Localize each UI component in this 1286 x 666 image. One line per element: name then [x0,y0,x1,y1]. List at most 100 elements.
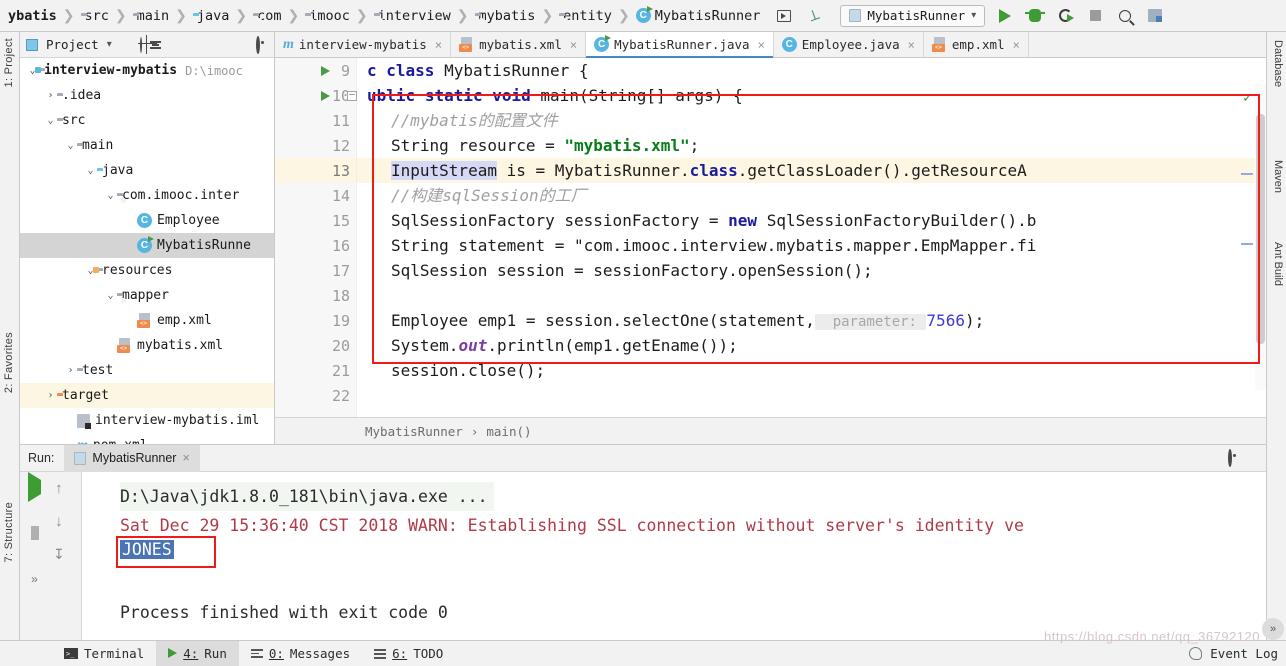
editor-tab-interview-mybatis[interactable]: m interview-mybatis × [275,32,452,57]
tree-item-idea[interactable]: › .idea [20,83,274,108]
editor-vertical-scrollbar[interactable] [1255,84,1266,390]
code-lines[interactable]: c class MybatisRunner { ublic static voi… [357,58,1266,417]
run-tab-mybatisrunner[interactable]: MybatisRunner × [64,444,200,472]
breadcrumb-item-ybatis[interactable]: ybatis [2,1,59,31]
twisty-icon[interactable]: › [44,90,57,101]
console-selected-output[interactable]: JONES [120,540,174,559]
twisty-icon[interactable]: › [44,390,57,401]
tree-item-mapper[interactable]: ⌄ mapper [20,283,274,308]
breadcrumb-item-mybatisrunner[interactable]: C MybatisRunner [634,1,763,31]
up-arrow-icon[interactable]: ↑ [55,480,63,497]
editor-tab-emp-xml[interactable]: <> emp.xml × [923,32,1029,57]
tree-item-target[interactable]: › target [20,383,274,408]
rerun-button[interactable] [28,472,41,502]
status-item-messages[interactable]: 0: Messages [239,641,362,666]
down-arrow-icon[interactable]: ↓ [55,513,63,530]
code-line-11[interactable]: //mybatis的配置文件 [357,108,1266,133]
twisty-icon[interactable]: ⌄ [64,140,77,151]
breadcrumb-item-mybatis[interactable]: mybatis [473,1,538,31]
project-tree[interactable]: ⌄ interview-mybatis D:\imooc › .idea ⌄ s… [20,58,274,444]
layout-icon[interactable] [1145,6,1165,26]
twisty-icon[interactable]: ⌄ [44,115,57,126]
breadcrumb-method[interactable]: main() [486,424,531,439]
close-icon[interactable]: × [908,38,915,52]
tree-item-test[interactable]: › test [20,358,274,383]
tree-item-src[interactable]: ⌄ src [20,108,274,133]
close-icon[interactable]: × [1013,38,1020,52]
tree-item-mybatisrunner[interactable]: . C MybatisRunne [20,233,274,258]
code-line-9[interactable]: c class MybatisRunner { [357,58,1266,83]
status-item-terminal[interactable]: >_ Terminal [52,641,156,666]
rerun-button[interactable] [1055,6,1075,26]
locate-icon[interactable] [139,36,142,53]
tree-item-main[interactable]: ⌄ main [20,133,274,158]
code-line-22[interactable] [357,383,1266,408]
run-gutter-icon[interactable] [321,90,330,101]
status-item-event-log[interactable]: Event Log [1210,641,1278,666]
status-item-todo[interactable]: 6: TODO [362,641,455,666]
editor-gutter[interactable]: 9 –10 11 12 13 14 15 16 17 18 19 20 21 2… [275,58,357,417]
tree-item-package[interactable]: ⌄ com.imooc.inter [20,183,274,208]
tree-item-pom-xml[interactable]: . m pom.xml [20,433,274,445]
breadcrumb-item-main[interactable]: main [131,1,172,31]
rail-item-ant-build[interactable]: Ant Build [1272,242,1284,286]
run-gutter-icon[interactable] [321,65,330,76]
breadcrumb-item-java[interactable]: java [191,1,232,31]
run-configuration-selector[interactable]: MybatisRunner ▾ [840,4,986,27]
rail-item-favorites[interactable]: 2: Favorites [3,332,15,393]
code-line-18[interactable] [357,283,1266,308]
code-line-10[interactable]: ublic static void main(String[] args) { [357,83,1266,108]
tree-item-emp-xml[interactable]: . <> emp.xml [20,308,274,333]
tree-item-java[interactable]: ⌄ java [20,158,274,183]
code-line-17[interactable]: SqlSession session = sessionFactory.open… [357,258,1266,283]
debug-button[interactable] [1025,6,1046,26]
gear-icon[interactable] [1228,449,1246,467]
fold-icon[interactable]: – [347,90,357,101]
inspection-ok-icon[interactable]: ✓ [1242,90,1253,106]
breadcrumb-class[interactable]: MybatisRunner [365,424,463,439]
close-icon[interactable]: × [435,38,442,52]
scrollbar-thumb[interactable] [1256,114,1265,344]
tree-item-mybatis-xml[interactable]: . <> mybatis.xml [20,333,274,358]
rail-item-structure[interactable]: 7: Structure [3,502,15,562]
code-line-16[interactable]: String statement = "com.imooc.interview.… [357,233,1266,258]
code-line-21[interactable]: session.close(); [357,358,1266,383]
breadcrumb-item-com[interactable]: com [251,1,283,31]
code-line-15[interactable]: SqlSessionFactory sessionFactory = new S… [357,208,1266,233]
code-line-14[interactable]: //构建sqlSession的工厂 [357,183,1266,208]
breadcrumb-item-entity[interactable]: entity [557,1,614,31]
breadcrumb-item-interview[interactable]: interview [372,1,453,31]
editor-tab-employee-java[interactable]: C Employee.java × [773,32,924,57]
code-line-13[interactable]: InputStream is = MybatisRunner.class.get… [357,158,1266,183]
breadcrumb-item-imooc[interactable]: imooc [303,1,352,31]
search-icon[interactable] [1115,6,1135,26]
twisty-icon[interactable]: › [64,365,77,376]
close-icon[interactable]: × [570,38,577,52]
editor-tab-mybatis-xml[interactable]: <> mybatis.xml × [451,32,587,57]
screen-icon[interactable] [774,6,794,26]
pause-button[interactable] [30,526,39,540]
twisty-icon[interactable]: ⌄ [84,165,97,176]
hammer-icon[interactable]: ⟂ [804,6,824,26]
more-icon[interactable]: » [31,572,38,586]
close-icon[interactable]: × [182,451,189,465]
status-item-run[interactable]: 4: Run [156,640,239,666]
twisty-icon[interactable]: ⌄ [104,290,117,301]
stop-button[interactable] [1085,6,1105,26]
twisty-icon[interactable]: ⌄ [104,190,117,201]
rail-item-project[interactable]: 1: Project [3,38,15,87]
chevron-down-icon[interactable]: ▾ [107,39,112,50]
export-icon[interactable]: ↧ [53,546,65,563]
rail-item-database[interactable]: Database [1272,40,1284,87]
code-line-20[interactable]: System.out.println(emp1.getEname()); [357,333,1266,358]
rail-item-maven[interactable]: Maven [1272,160,1284,193]
hide-panel-button[interactable]: » [1262,618,1284,640]
tree-item-employee[interactable]: . C Employee [20,208,274,233]
code-line-19[interactable]: Employee emp1 = session.selectOne(statem… [357,308,1266,333]
editor-tab-mybatisrunner-java[interactable]: C MybatisRunner.java × [586,32,774,58]
console-output[interactable]: D:\Java\jdk1.8.0_181\bin\java.exe ... Sa… [82,472,1266,640]
gear-icon[interactable] [256,35,260,54]
code-line-12[interactable]: String resource = "mybatis.xml"; [357,133,1266,158]
tree-item-resources[interactable]: ⌄ resources [20,258,274,283]
tree-item-interview-mybatis[interactable]: ⌄ interview-mybatis D:\imooc [20,58,274,83]
